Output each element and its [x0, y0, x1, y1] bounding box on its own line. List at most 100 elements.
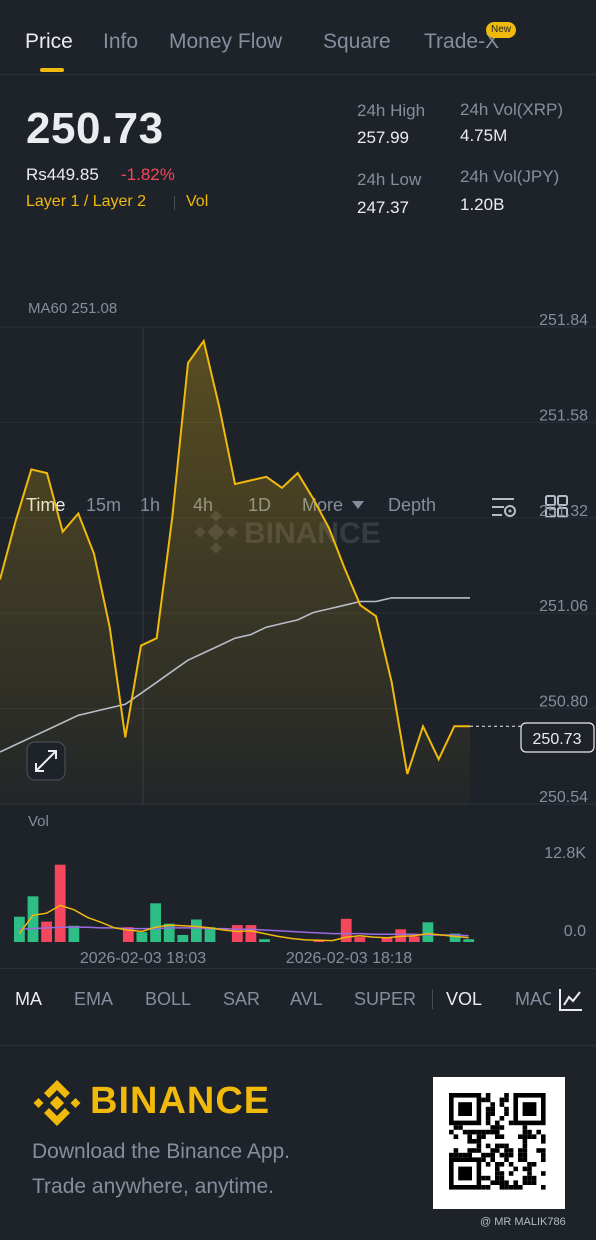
qr-module [522, 1157, 528, 1162]
indicator-sar[interactable]: SAR [223, 989, 260, 1010]
indicator-ma[interactable]: MA [15, 989, 42, 1010]
qr-module [495, 1180, 500, 1185]
price-axis-tick: 251.58 [539, 407, 588, 424]
qr-module [495, 1129, 500, 1135]
qr-module [481, 1157, 486, 1162]
x-axis-tick-2: 2026-02-03 18:18 [286, 950, 412, 967]
qr-module [490, 1111, 495, 1116]
qr-module [522, 1166, 528, 1172]
qr-module [485, 1152, 491, 1158]
qr-module [495, 1134, 500, 1139]
vol-jpy-label: 24h Vol(JPY) [460, 167, 560, 186]
qr-module [504, 1185, 509, 1190]
qr-module [481, 1152, 486, 1158]
qr-finder-center [458, 1166, 472, 1181]
x-axis-tick-1: 2026-02-03 18:03 [80, 950, 206, 967]
qr-module [522, 1180, 528, 1185]
qr-module [490, 1106, 495, 1112]
volume-bar [68, 925, 80, 942]
qr-module [541, 1185, 546, 1190]
qr-module [513, 1166, 518, 1172]
tab-info[interactable]: Info [103, 30, 138, 54]
tag-divider [174, 196, 175, 210]
qr-module [458, 1125, 463, 1130]
volume-bar [408, 936, 420, 942]
qr-module [485, 1175, 491, 1181]
indicator-ema[interactable]: EMA [74, 989, 113, 1010]
high-value: 257.99 [357, 128, 409, 147]
vol-link[interactable]: Vol [186, 193, 208, 211]
qr-module [490, 1102, 495, 1107]
qr-module [531, 1134, 537, 1139]
qr-module [527, 1129, 532, 1135]
category-tags-link[interactable]: Layer 1 / Layer 2 [26, 193, 146, 211]
vol-xrp-label: 24h Vol(XRP) [460, 100, 563, 119]
indicator-divider [432, 989, 433, 1009]
volume-axis-top-tick: 12.8K [544, 845, 586, 862]
indicator-avl[interactable]: AVL [290, 989, 323, 1010]
tab-price[interactable]: Price [25, 30, 73, 54]
qr-module [499, 1102, 505, 1107]
qr-module [490, 1148, 495, 1153]
qr-module [527, 1180, 532, 1185]
price-chart[interactable]: BINANCE 251.84251.58251.32251.06250.8025… [0, 292, 596, 967]
qr-module [536, 1148, 541, 1153]
expand-icon[interactable] [26, 741, 66, 781]
qr-module [495, 1175, 500, 1181]
volume-bar [463, 939, 475, 942]
qr-module [476, 1139, 482, 1144]
qr-module [462, 1152, 468, 1158]
qr-module [476, 1134, 482, 1139]
qr-finder-center [522, 1102, 537, 1116]
qr-module [481, 1175, 486, 1181]
ma60-legend: MA60 251.08 [28, 300, 118, 317]
volume-bar [259, 939, 270, 942]
qr-module [541, 1139, 546, 1144]
qr-module [467, 1152, 472, 1158]
binance-logo-icon [33, 1080, 81, 1126]
qr-module [504, 1111, 509, 1116]
qr-module [472, 1148, 477, 1153]
indicator-super[interactable]: SUPER [354, 989, 416, 1010]
qr-module [522, 1129, 528, 1135]
qr-module [508, 1162, 514, 1167]
low-value: 247.37 [357, 198, 409, 217]
high-label: 24h High [357, 101, 426, 120]
qr-module [513, 1185, 518, 1190]
qr-module [499, 1180, 505, 1185]
qr-module [518, 1134, 523, 1139]
qr-module [504, 1093, 509, 1098]
indicator-boll[interactable]: BOLL [145, 989, 191, 1010]
qr-module [458, 1152, 463, 1158]
qr-module [490, 1125, 495, 1130]
qr-module [522, 1143, 528, 1149]
qr-module [449, 1152, 454, 1158]
qr-module [485, 1143, 491, 1149]
vol-xrp-value: 4.75M [460, 126, 508, 145]
qr-module [485, 1097, 491, 1103]
qr-module [490, 1129, 495, 1135]
qr-module [495, 1143, 500, 1149]
price-axis-tick: 251.84 [539, 312, 588, 329]
indicator-settings-icon[interactable] [558, 987, 584, 1013]
qr-module [499, 1171, 505, 1176]
qr-module [481, 1097, 486, 1103]
indicator-macd[interactable]: MAC [515, 989, 551, 1010]
tab-square[interactable]: Square [323, 30, 391, 54]
qr-module [490, 1152, 495, 1158]
volume-bar [231, 925, 243, 942]
qr-module [522, 1148, 528, 1153]
active-tab-indicator [40, 68, 64, 72]
qr-module [518, 1148, 523, 1153]
qr-finder-center [458, 1102, 472, 1116]
qr-module [508, 1148, 514, 1153]
volume-bar [136, 932, 148, 942]
download-qr-code[interactable] [433, 1077, 565, 1209]
qr-module [522, 1134, 528, 1139]
tab-money-flow[interactable]: Money Flow [169, 30, 282, 54]
qr-module [467, 1148, 472, 1153]
qr-module [462, 1129, 468, 1135]
indicator-vol[interactable]: VOL [446, 989, 482, 1010]
volume-bar [422, 922, 434, 942]
qr-module [499, 1162, 505, 1167]
